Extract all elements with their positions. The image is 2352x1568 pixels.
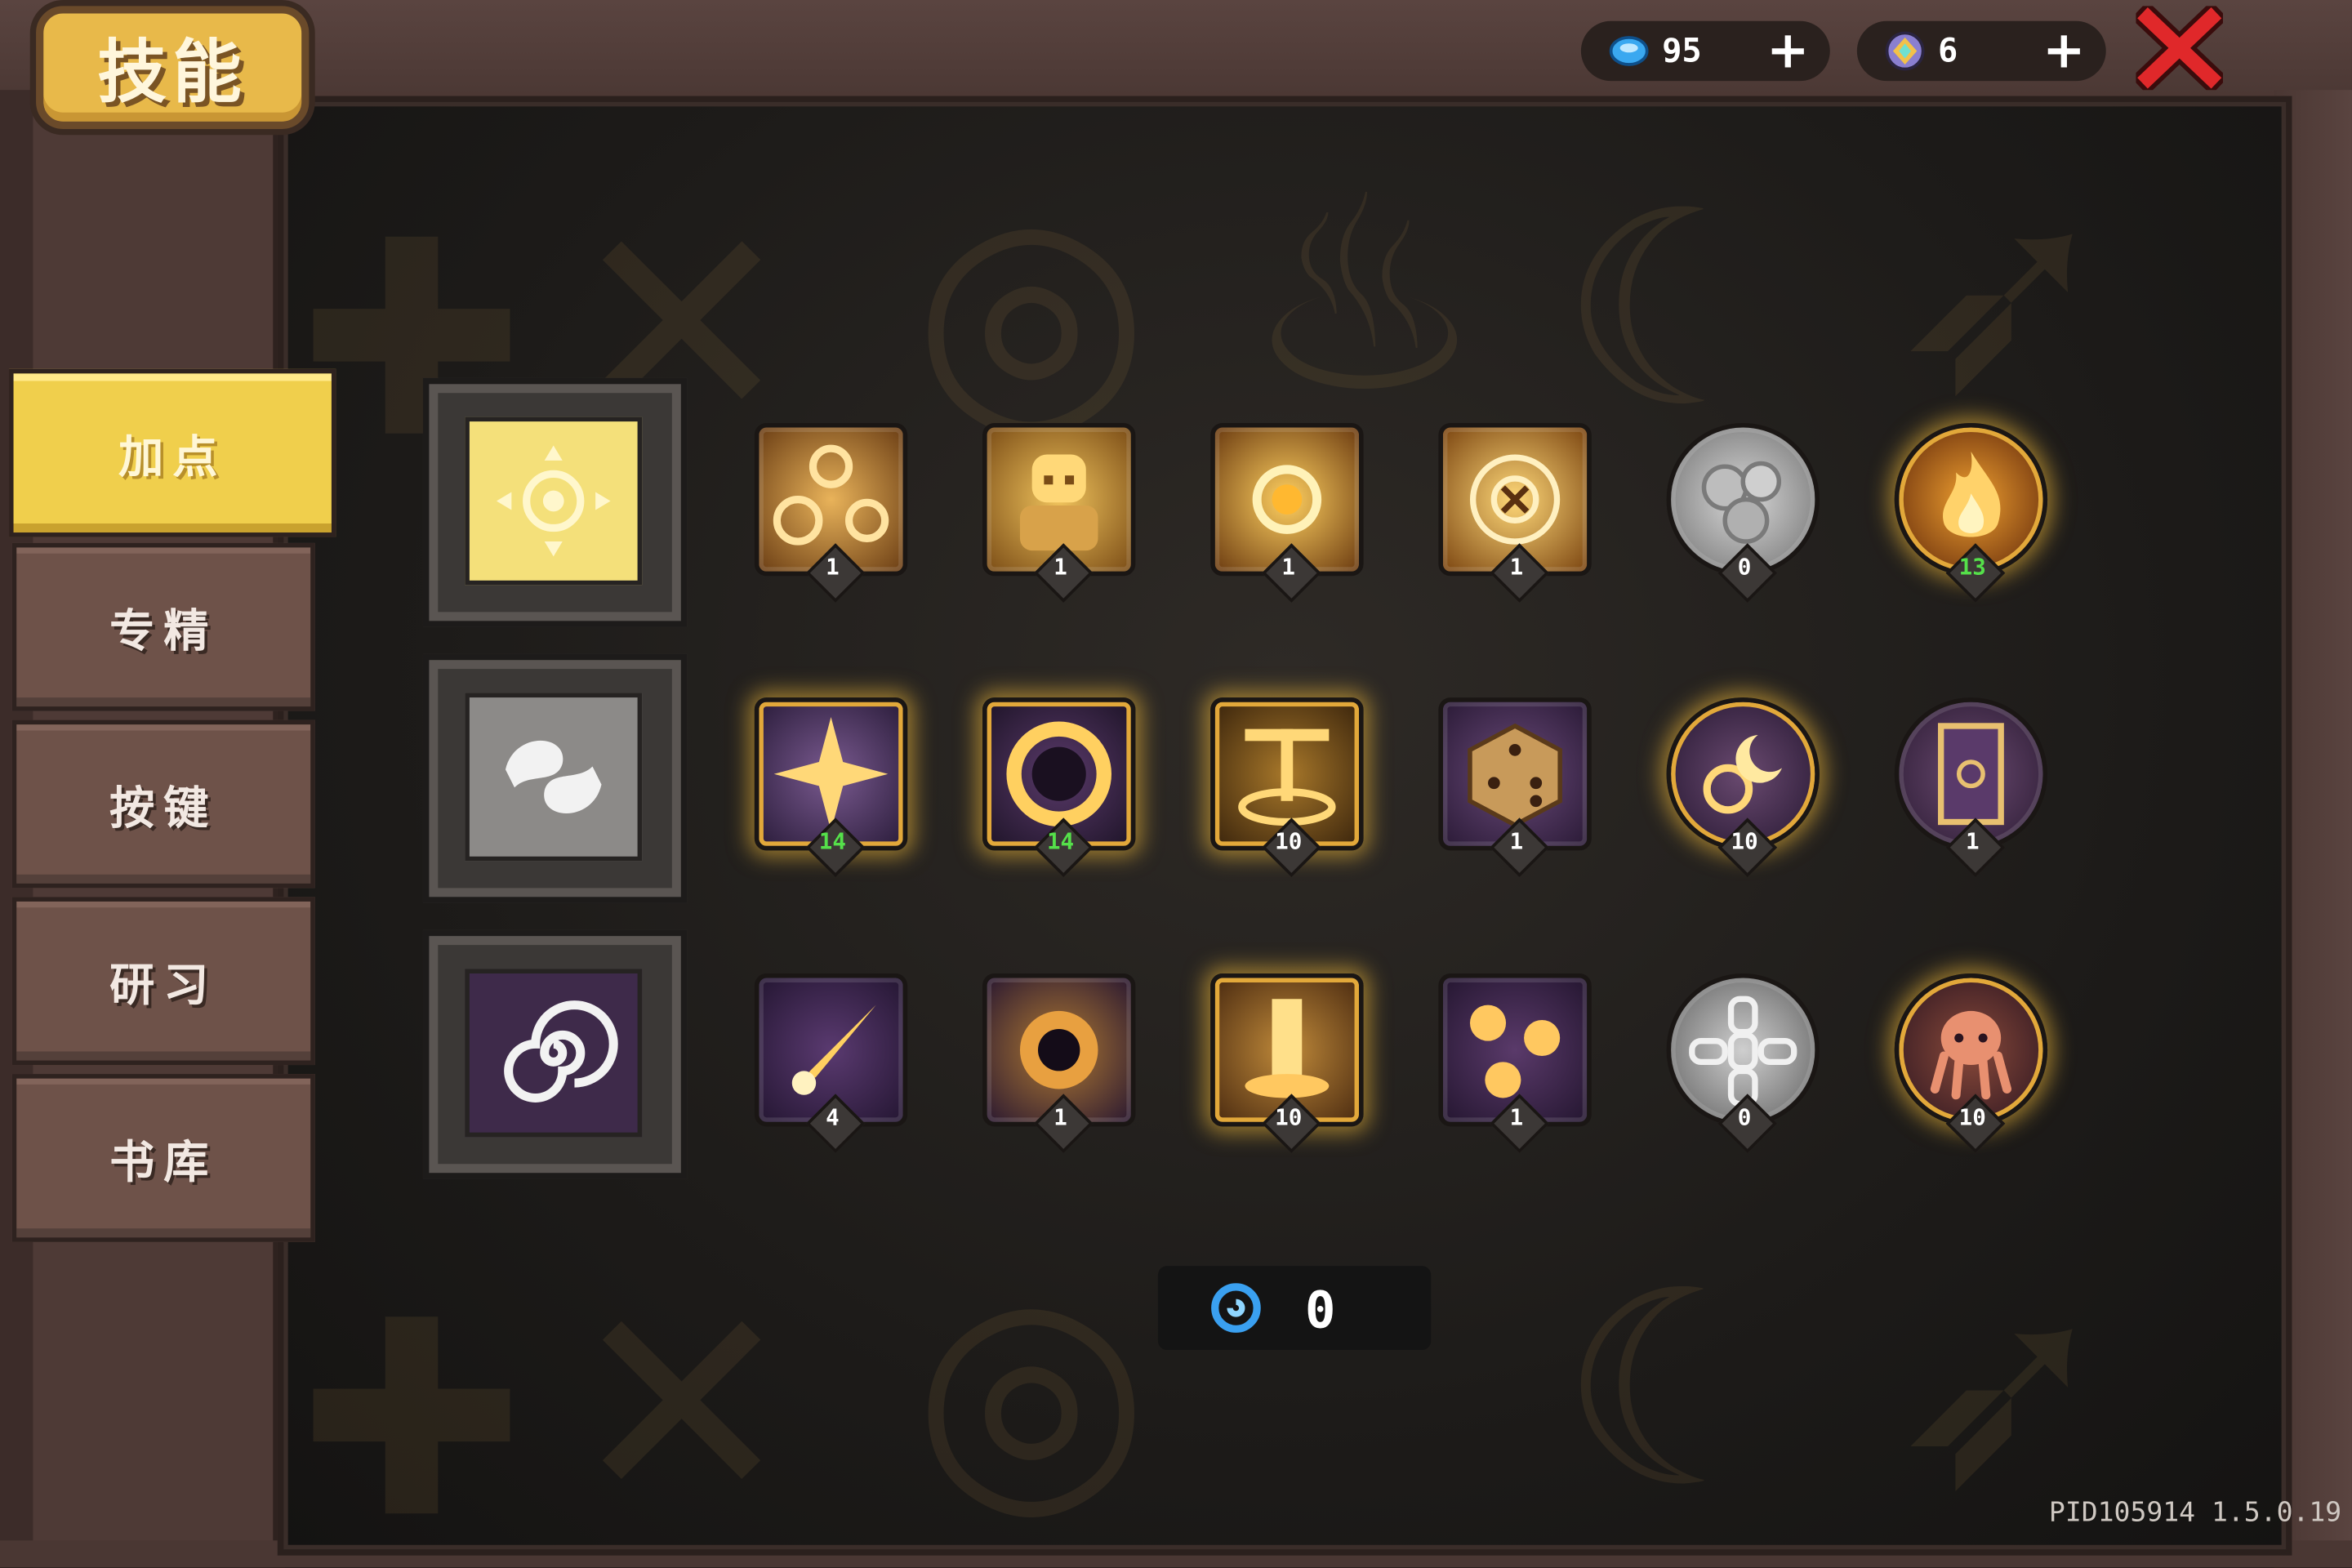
- skill-star-burst[interactable]: 14: [754, 697, 908, 878]
- gem-counter: 95 +: [1580, 20, 1830, 82]
- skill-level: 10: [1958, 1103, 1986, 1131]
- skill-chain[interactable]: 0: [1666, 973, 1820, 1154]
- tab-add-points[interactable]: 加点: [9, 368, 336, 537]
- skill-level: 14: [818, 827, 846, 855]
- skill-points-value: 0: [1304, 1281, 1336, 1342]
- skill-level: 4: [826, 1103, 840, 1131]
- add-gems-button[interactable]: +: [1764, 25, 1812, 76]
- skill-level: 1: [1054, 1103, 1067, 1131]
- gem-count: 95: [1662, 32, 1702, 70]
- blue-swirl-icon: [1211, 1283, 1261, 1333]
- skill-level: 1: [1965, 827, 1980, 855]
- skill-level: 1: [1509, 1103, 1524, 1131]
- blue-gem-icon: [1609, 36, 1649, 66]
- crystal-count: 6: [1938, 32, 1958, 70]
- skill-dice[interactable]: 1: [1438, 697, 1592, 878]
- skill-level: 0: [1737, 1103, 1752, 1131]
- skill-tarot-card[interactable]: 1: [1894, 697, 2048, 878]
- tab-label: 书库: [109, 1137, 218, 1190]
- tab-study[interactable]: 研习: [11, 897, 315, 1066]
- rainbow-crystal-icon: [1885, 31, 1925, 71]
- skill-golem[interactable]: 1: [982, 422, 1136, 603]
- skill-level: 1: [1509, 827, 1524, 855]
- version-label: PID105914 1.5.0.19: [2048, 1497, 2342, 1529]
- game-screen: ✚ ✕ ◎ ♨ ☾ ➶ ✚ ✕ ◎ ☾ ➶ 技能 95 + 6 + 加点 专精 …: [0, 0, 2352, 1568]
- close-button[interactable]: [2136, 6, 2223, 91]
- skill-level: 0: [1737, 553, 1752, 581]
- tab-library[interactable]: 书库: [11, 1074, 315, 1242]
- skill-moon-sigil[interactable]: 10: [1666, 697, 1820, 878]
- yin-yang-icon: [505, 740, 602, 813]
- skill-level: 1: [826, 553, 840, 581]
- skill-stone-cluster[interactable]: 0: [1666, 422, 1820, 603]
- tab-specialization[interactable]: 专精: [11, 542, 315, 711]
- sun-icon: [496, 445, 611, 557]
- skill-black-hole[interactable]: 1: [982, 973, 1136, 1154]
- page-title-badge: 技能: [36, 6, 310, 129]
- page-title: 技能: [97, 31, 248, 113]
- skill-level: 14: [1046, 827, 1075, 855]
- bg-moon-glyph-icon: ☾: [1558, 1234, 1801, 1548]
- skill-level: 1: [1509, 553, 1524, 581]
- tab-keybinds[interactable]: 按键: [11, 719, 315, 889]
- skill-flame[interactable]: 13: [1894, 422, 2048, 603]
- skill-level: 10: [1731, 827, 1758, 855]
- skill-eclipse-ring[interactable]: 14: [982, 697, 1136, 878]
- category-yin-yang-button[interactable]: [422, 653, 688, 903]
- skill-triple-orb[interactable]: 1: [1438, 973, 1592, 1154]
- tab-label: 加点: [118, 431, 227, 485]
- skill-octopus[interactable]: 10: [1894, 973, 2048, 1154]
- category-sun-button[interactable]: [422, 377, 688, 627]
- bg-ring-glyph-icon: ◎: [913, 154, 1150, 469]
- bg-swords-glyph-icon: ✕: [568, 1249, 795, 1556]
- skill-altar[interactable]: 10: [1210, 697, 1364, 878]
- tab-label: 研习: [109, 960, 218, 1013]
- category-spiral-button[interactable]: [422, 929, 688, 1179]
- add-crystals-button[interactable]: +: [2040, 25, 2088, 76]
- bg-bow-glyph-icon: ➶: [1888, 1234, 2115, 1548]
- skill-light-pillar[interactable]: 10: [1210, 973, 1364, 1154]
- tab-label: 按键: [109, 782, 218, 836]
- skill-level: 1: [1054, 553, 1067, 581]
- skill-level: 1: [1281, 553, 1296, 581]
- skill-sunburst[interactable]: 1: [1210, 422, 1364, 603]
- bg-cross-glyph-icon: ✚: [298, 1264, 525, 1556]
- bg-flame-glyph-icon: ♨: [1243, 139, 1486, 453]
- skill-level: 10: [1275, 827, 1303, 855]
- skill-orbs[interactable]: 1: [754, 422, 908, 603]
- bg-bow-glyph-icon: ➶: [1888, 139, 2115, 453]
- bg-moon-glyph-icon: ☾: [1558, 154, 1801, 469]
- skill-level: 10: [1275, 1103, 1303, 1131]
- tab-label: 专精: [109, 606, 218, 659]
- crystal-counter: 6 +: [1856, 20, 2106, 82]
- skill-radiant-rune[interactable]: 1: [1438, 422, 1592, 603]
- bg-ring-glyph-icon: ◎: [913, 1234, 1150, 1548]
- skill-points-counter: 0: [1157, 1266, 1432, 1351]
- spiral-icon: [504, 1000, 618, 1102]
- skill-level: 13: [1958, 553, 1986, 581]
- skill-comet[interactable]: 4: [754, 973, 908, 1154]
